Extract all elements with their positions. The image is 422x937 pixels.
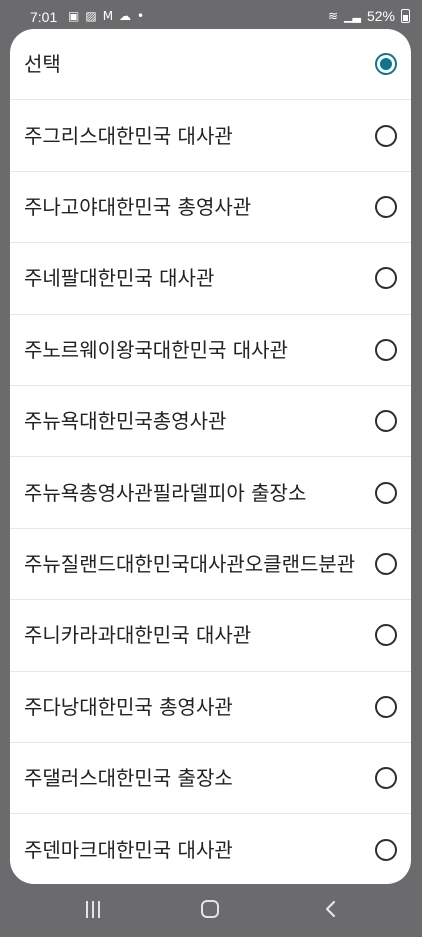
option-label: 주그리스대한민국 대사관 [24,123,233,148]
option-row[interactable]: 주덴마크대한민국 대사관 [10,814,411,884]
gallery-icon: ▣ [68,9,80,23]
option-row[interactable]: 주뉴욕총영사관필라델피아 출장소 [10,457,411,529]
wifi-icon: ≋ [327,9,339,23]
navigation-bar [0,884,422,937]
gmail-icon: M [102,9,114,23]
recent-apps-icon[interactable] [86,901,100,918]
option-row[interactable]: 주그리스대한민국 대사관 [10,100,411,172]
dot-icon: • [137,9,145,23]
option-row[interactable]: 주네팔대한민국 대사관 [10,243,411,315]
radio-icon[interactable] [375,767,397,790]
option-label: 주뉴질랜드대한민국대사관오클랜드분관 [24,551,356,576]
radio-icon[interactable] [375,838,397,861]
radio-icon[interactable] [375,410,397,433]
option-label: 주나고야대한민국 총영사관 [24,194,252,219]
system-icons: ≋ ▁▃ 52% [328,8,410,24]
option-label: 선택 [24,52,61,77]
radio-icon[interactable] [375,481,397,504]
cloud-icon: ☁ [119,9,132,23]
radio-icon[interactable] [375,552,397,575]
radio-icon[interactable] [375,695,397,718]
radio-icon[interactable] [375,195,397,218]
radio-icon[interactable] [375,338,397,361]
option-label: 주노르웨이왕국대한민국 대사관 [24,337,288,362]
option-row[interactable]: 주노르웨이왕국대한민국 대사관 [10,315,411,386]
signal-icon: ▁▃ [344,9,361,23]
option-row[interactable]: 주나고야대한민국 총영사관 [10,172,411,244]
option-row[interactable]: 주니카라과대한민국 대사관 [10,600,411,672]
selection-dialog: 선택 주그리스대한민국 대사관 주나고야대한민국 총영사관 주네팔대한민국 대사… [10,29,411,884]
option-label: 주니카라과대한민국 대사관 [24,623,252,648]
option-label: 주다낭대한민국 총영사관 [24,694,233,719]
option-row[interactable]: 주댈러스대한민국 출장소 [10,743,411,815]
battery-percent: 52% [366,8,395,24]
radio-icon[interactable] [375,624,397,647]
image-icon: ▨ [85,9,97,23]
option-label: 주뉴욕대한민국총영사관 [24,409,227,434]
option-row[interactable]: 주뉴질랜드대한민국대사관오클랜드분관 [10,529,411,601]
option-label: 주네팔대한민국 대사관 [24,266,215,291]
option-row[interactable]: 주다낭대한민국 총영사관 [10,672,411,743]
radio-icon[interactable] [375,124,397,147]
option-row[interactable]: 주뉴욕대한민국총영사관 [10,386,411,458]
option-label: 주댈러스대한민국 출장소 [24,766,233,791]
status-time: 7:01 [30,9,58,25]
radio-selected-icon[interactable] [375,53,397,76]
option-label: 주덴마크대한민국 대사관 [24,837,233,862]
radio-icon[interactable] [375,267,397,290]
battery-icon [401,9,410,23]
back-icon[interactable] [322,900,340,918]
notification-icons: ▣ ▨ M ☁ • [68,9,144,23]
option-row[interactable]: 선택 [10,29,411,101]
home-icon[interactable] [201,900,219,918]
option-label: 주뉴욕총영사관필라델피아 출장소 [24,480,307,505]
